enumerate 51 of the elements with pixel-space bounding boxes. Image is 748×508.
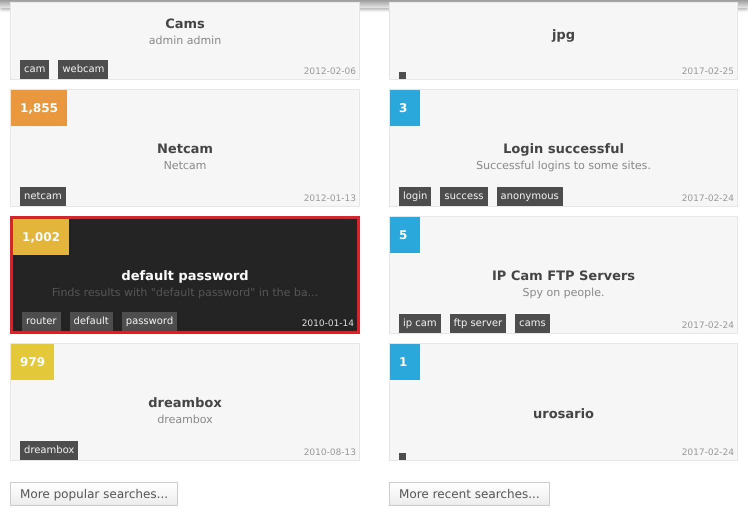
date: 2017-02-24 — [682, 321, 734, 333]
date: 2017-02-24 — [682, 448, 734, 460]
empty-tag[interactable] — [399, 72, 406, 79]
search-card[interactable]: 1 urosario 2017-02-24 — [389, 343, 738, 461]
tag[interactable]: login — [399, 187, 432, 206]
count-badge: 979 — [11, 344, 54, 380]
date: 2012-01-13 — [304, 194, 356, 206]
tag[interactable]: webcam — [58, 60, 108, 79]
search-description: Successful logins to some sites. — [476, 158, 651, 172]
tag[interactable]: dreambox — [20, 441, 78, 460]
search-title: Cams — [165, 16, 205, 32]
search-card[interactable]: 979 dreambox dreambox dreambox 2010-08-13 — [10, 343, 360, 461]
search-description: admin admin — [148, 34, 222, 46]
search-title: Login successful — [503, 142, 624, 156]
search-description: dreambox — [157, 412, 213, 426]
search-title: dreambox — [148, 396, 222, 410]
search-description: Spy on people. — [522, 286, 604, 298]
count-badge: 5 — [390, 217, 420, 253]
tag[interactable]: password — [122, 312, 178, 331]
more-searches-button[interactable]: More recent searches... — [389, 482, 550, 506]
date: 2012-02-06 — [304, 67, 356, 79]
count-badge: 1 — [390, 344, 420, 380]
tag[interactable]: default — [70, 312, 113, 331]
tag[interactable]: ip cam — [399, 314, 441, 333]
search-card[interactable]: 3 Login successful Successful logins to some sites. login success anonymous 2017-02-24 — [389, 89, 738, 207]
date: 2010-01-14 — [302, 319, 354, 331]
search-card[interactable]: Cams admin admin cam webcam 2012-02-06 — [10, 2, 360, 80]
more-searches-button[interactable]: More popular searches... — [10, 482, 178, 506]
count-badge: 3 — [390, 90, 420, 126]
date: 2017-02-24 — [682, 194, 734, 206]
tag[interactable]: netcam — [20, 187, 66, 206]
search-card[interactable]: 5 IP Cam FTP Servers Spy on people. ip cam ftp server cams 2017-02-24 — [389, 216, 738, 334]
search-title: jpg — [552, 28, 576, 42]
tag[interactable]: cam — [20, 60, 50, 79]
search-title: Netcam — [157, 142, 213, 156]
count-badge: 1,002 — [13, 219, 69, 255]
search-card[interactable]: 1,855 Netcam Netcam netcam 2012-01-13 — [10, 89, 360, 207]
date: 2010-08-13 — [304, 448, 356, 460]
tag[interactable]: cams — [515, 314, 550, 333]
search-title: default password — [121, 268, 249, 284]
count-badge: 1,855 — [11, 90, 67, 126]
date: 2017-02-25 — [682, 67, 734, 79]
tag[interactable]: router — [22, 312, 61, 331]
search-description: Netcam — [164, 158, 206, 172]
empty-tag[interactable] — [399, 453, 406, 460]
search-title: urosario — [533, 406, 594, 422]
search-card[interactable]: jpg 2017-02-25 — [389, 2, 738, 80]
tag[interactable]: success — [440, 187, 488, 206]
tag[interactable]: ftp server — [450, 314, 506, 333]
tag[interactable]: anonymous — [496, 187, 563, 206]
search-title: IP Cam FTP Servers — [492, 268, 636, 284]
